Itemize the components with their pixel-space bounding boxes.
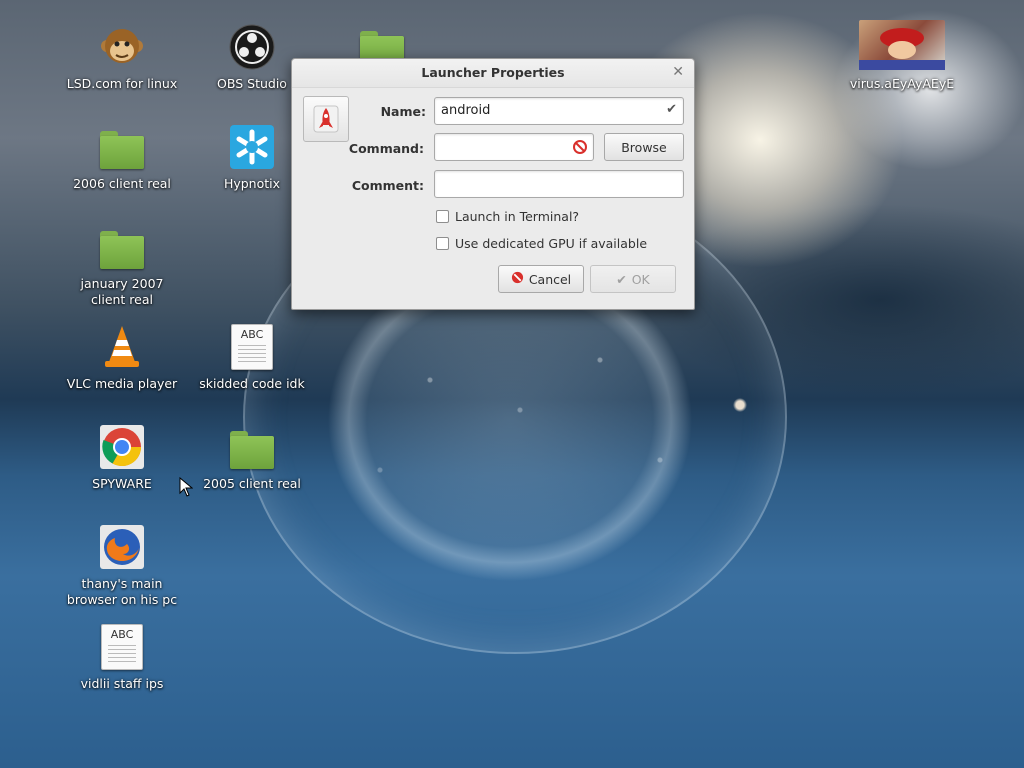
browse-button[interactable]: Browse — [604, 133, 684, 161]
close-icon[interactable]: ✕ — [672, 64, 684, 80]
dedicated-gpu-checkbox[interactable] — [436, 237, 449, 250]
rocket-icon — [313, 105, 339, 133]
dedicated-gpu-label: Use dedicated GPU if available — [455, 236, 648, 251]
command-field[interactable] — [434, 133, 594, 161]
chrome-icon — [99, 424, 145, 470]
text-document-icon: ABC — [99, 624, 145, 670]
desktop-icon-lsd[interactable]: LSD.com for linux — [62, 24, 182, 92]
desktop-icon-label: thany's main browser on his pc — [66, 576, 178, 607]
launch-in-terminal-label: Launch in Terminal? — [455, 209, 580, 224]
cancel-button-label: Cancel — [528, 271, 572, 287]
launch-in-terminal-option[interactable]: Launch in Terminal? — [436, 209, 579, 224]
folder-icon — [99, 224, 145, 270]
hypnotix-icon — [229, 124, 275, 170]
doc-icon-text: ABC — [240, 328, 264, 341]
desktop-icon-vidlii-staff[interactable]: ABC vidlii staff ips — [62, 624, 182, 692]
obs-icon — [229, 24, 275, 70]
name-field[interactable]: android ✔ — [434, 97, 684, 125]
desktop-icon-label: skidded code idk — [199, 376, 305, 391]
folder-icon — [99, 124, 145, 170]
launcher-properties-dialog: Launcher Properties ✕ Name: android ✔ Co… — [291, 58, 695, 310]
ok-button[interactable]: ✔ OK — [590, 265, 676, 293]
doc-icon-text: ABC — [110, 628, 134, 641]
name-field-value: android — [441, 103, 491, 118]
desktop-icon-firefox[interactable]: thany's main browser on his pc — [62, 524, 182, 608]
firefox-icon — [99, 524, 145, 570]
launcher-icon-button[interactable] — [303, 96, 349, 142]
desktop-icon-2006-client[interactable]: 2006 client real — [62, 124, 182, 192]
comment-label: Comment: — [351, 178, 424, 193]
dedicated-gpu-option[interactable]: Use dedicated GPU if available — [436, 236, 647, 251]
text-document-icon: ABC — [229, 324, 275, 370]
desktop-icon-label: 2006 client real — [73, 176, 171, 191]
desktop-icon-label: LSD.com for linux — [66, 76, 178, 91]
desktop-icon-january-2007[interactable]: january 2007 client real — [62, 224, 182, 308]
desktop-icon-label: vidlii staff ips — [80, 676, 164, 691]
checkmark-icon: ✔ — [666, 102, 677, 117]
image-thumbnail-icon — [859, 20, 945, 70]
launch-in-terminal-checkbox[interactable] — [436, 210, 449, 223]
desktop-icon-label: 2005 client real — [203, 476, 301, 491]
desktop-icon-vlc[interactable]: VLC media player — [62, 324, 182, 392]
desktop-icon-label: january 2007 client real — [80, 276, 164, 307]
name-label: Name: — [380, 104, 426, 119]
dialog-title: Launcher Properties — [421, 65, 565, 80]
folder-icon — [229, 424, 275, 470]
monkey-icon — [99, 24, 145, 70]
mouse-pointer-icon — [179, 476, 194, 501]
ok-check-icon: ✔ — [616, 271, 627, 287]
desktop-icon-2005-client[interactable]: 2005 client real — [192, 424, 312, 492]
cancel-icon — [511, 271, 524, 287]
cancel-button[interactable]: Cancel — [498, 265, 584, 293]
desktop-icon-virus-image[interactable]: virus.aEyAyAEyE — [842, 20, 962, 92]
command-label: Command: — [348, 141, 424, 156]
browse-button-label: Browse — [621, 139, 667, 155]
vlc-icon — [99, 324, 145, 370]
desktop-icon-label: SPYWARE — [92, 476, 152, 491]
comment-field[interactable] — [434, 170, 684, 198]
error-icon — [573, 140, 587, 158]
dialog-titlebar[interactable]: Launcher Properties ✕ — [292, 59, 694, 88]
desktop-icon-spyware[interactable]: SPYWARE — [62, 424, 182, 492]
ok-button-label: OK — [631, 271, 650, 287]
desktop-icon-skidded-code[interactable]: ABC skidded code idk — [192, 324, 312, 392]
desktop-icon-label: VLC media player — [66, 376, 178, 391]
desktop-icon-label: virus.aEyAyAEyE — [849, 76, 955, 91]
